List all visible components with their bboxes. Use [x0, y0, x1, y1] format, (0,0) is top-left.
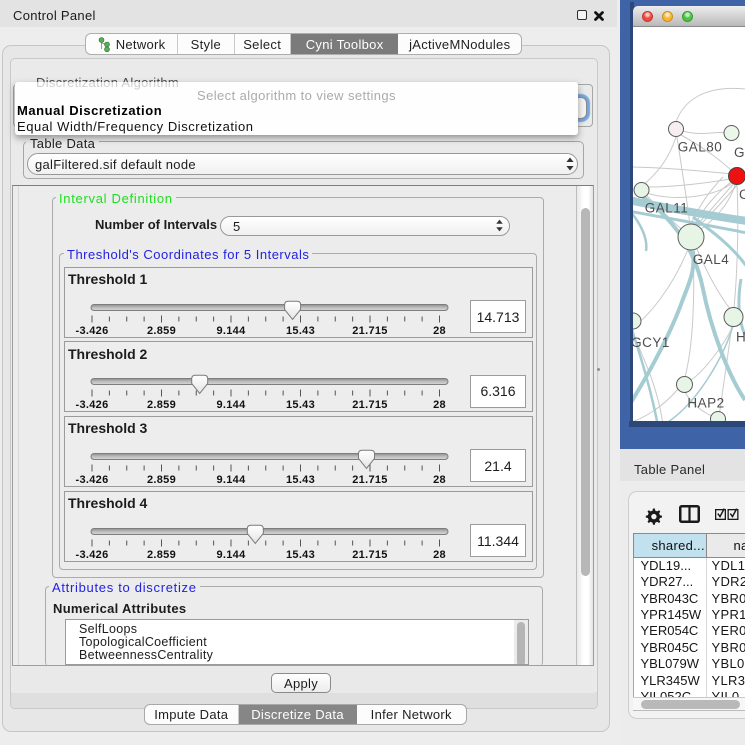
svg-text:2.859: 2.859: [147, 325, 176, 337]
svg-text:28: 28: [433, 399, 446, 411]
svg-text:-3.426: -3.426: [76, 549, 109, 561]
svg-text:GAL11: GAL11: [645, 201, 689, 216]
svg-text:-3.426: -3.426: [76, 325, 109, 337]
svg-text:9.144: 9.144: [216, 474, 246, 486]
svg-text:21.715: 21.715: [352, 399, 387, 411]
svg-text:9.144: 9.144: [216, 325, 246, 337]
svg-text:GA: GA: [734, 145, 745, 160]
svg-text:2.859: 2.859: [147, 399, 176, 411]
svg-text:-3.426: -3.426: [76, 474, 109, 486]
svg-text:9.144: 9.144: [216, 399, 246, 411]
svg-text:28: 28: [433, 325, 446, 337]
svg-text:28: 28: [433, 549, 446, 561]
svg-text:9.144: 9.144: [216, 549, 246, 561]
svg-text:21.715: 21.715: [352, 549, 387, 561]
svg-text:GCY1: GCY1: [633, 335, 670, 350]
svg-text:15.43: 15.43: [286, 474, 315, 486]
svg-text:GAL4: GAL4: [693, 252, 730, 267]
svg-text:15.43: 15.43: [286, 399, 315, 411]
svg-text:15.43: 15.43: [286, 325, 315, 337]
svg-text:21.715: 21.715: [352, 474, 387, 486]
svg-text:H: H: [736, 330, 745, 345]
svg-text:GAL80: GAL80: [678, 140, 723, 155]
svg-text:CA: CA: [739, 187, 745, 202]
svg-text:-3.426: -3.426: [76, 399, 109, 411]
svg-text:2.859: 2.859: [147, 549, 176, 561]
svg-text:21.715: 21.715: [352, 325, 387, 337]
svg-text:15.43: 15.43: [286, 549, 315, 561]
svg-text:2.859: 2.859: [147, 474, 176, 486]
svg-text:28: 28: [433, 474, 446, 486]
svg-text:HAP2: HAP2: [687, 396, 724, 411]
